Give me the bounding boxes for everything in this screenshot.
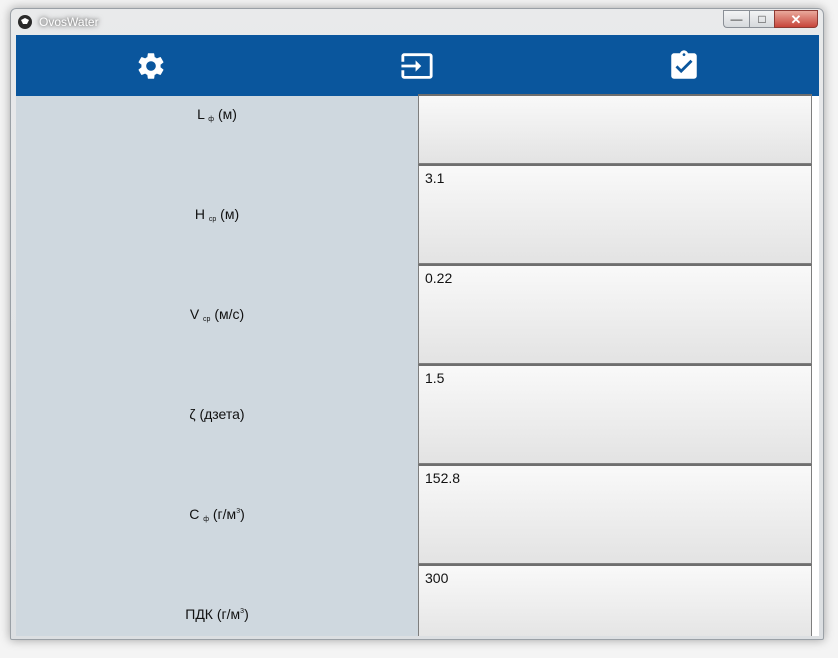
- label-subscript: ср: [208, 216, 217, 223]
- minimize-button[interactable]: —: [723, 10, 749, 28]
- labels-column: L ф (м) H ср (м) V ср (м/с) ζ (дзета) C …: [16, 96, 418, 636]
- maximize-button[interactable]: □: [749, 10, 774, 28]
- label-pdk: ПДК (г/м3): [16, 606, 418, 622]
- caption-buttons: — □ ✕: [723, 10, 818, 29]
- value-field-v-sr[interactable]: 0.22: [418, 264, 812, 364]
- label-unit: (м): [217, 106, 237, 122]
- close-icon: ✕: [790, 11, 802, 27]
- label-symbol: ПДК: [185, 606, 213, 622]
- client-area: L ф (м) H ср (м) V ср (м/с) ζ (дзета) C …: [16, 35, 819, 636]
- label-v-sr: V ср (м/с): [16, 306, 418, 323]
- label-symbol: H: [194, 206, 205, 222]
- label-l-f: L ф (м): [16, 106, 418, 123]
- value-field-pdk[interactable]: 300: [418, 564, 812, 636]
- maximize-icon: □: [758, 12, 766, 26]
- label-symbol: L: [197, 106, 205, 122]
- value-field-l-f[interactable]: [418, 94, 812, 164]
- label-symbol: ζ: [189, 406, 196, 422]
- label-unit: (г/м3): [212, 506, 245, 522]
- value-field-c-f[interactable]: 152.8: [418, 464, 812, 564]
- app-window: OvosWater — □ ✕ L ф (м) H ср (м) V ср (м…: [10, 8, 824, 640]
- gear-icon: [138, 52, 164, 79]
- toolbar: [16, 35, 819, 96]
- title-bar[interactable]: OvosWater — □ ✕: [11, 9, 823, 36]
- label-subscript: ср: [203, 316, 211, 323]
- clipboard-check-icon: [671, 49, 697, 79]
- label-symbol: C: [189, 506, 200, 522]
- label-h-sr: H ср (м): [16, 206, 418, 223]
- label-unit: (м): [220, 206, 240, 222]
- label-unit: (дзета): [199, 406, 245, 422]
- minimize-icon: —: [730, 12, 743, 26]
- label-subscript: ф: [208, 116, 215, 123]
- label-symbol: V: [189, 306, 200, 322]
- label-zeta: ζ (дзета): [16, 406, 418, 422]
- input-icon: [401, 52, 433, 79]
- input-button[interactable]: [357, 35, 477, 96]
- values-column: 3.1 0.22 1.5 152.8 300: [418, 94, 819, 636]
- value-field-h-sr[interactable]: 3.1: [418, 164, 812, 264]
- settings-button[interactable]: [91, 35, 211, 96]
- label-c-f: C ф (г/м3): [16, 506, 418, 523]
- label-unit: (м/с): [214, 306, 245, 322]
- label-subscript: ф: [203, 516, 209, 523]
- submit-check-button[interactable]: [624, 35, 744, 96]
- close-button[interactable]: ✕: [774, 10, 818, 28]
- window-title: OvosWater: [39, 15, 99, 29]
- app-logo-icon: [18, 15, 32, 29]
- value-field-zeta[interactable]: 1.5: [418, 364, 812, 464]
- label-unit: (г/м3): [216, 606, 249, 622]
- parameters-grid: L ф (м) H ср (м) V ср (м/с) ζ (дзета) C …: [16, 94, 819, 636]
